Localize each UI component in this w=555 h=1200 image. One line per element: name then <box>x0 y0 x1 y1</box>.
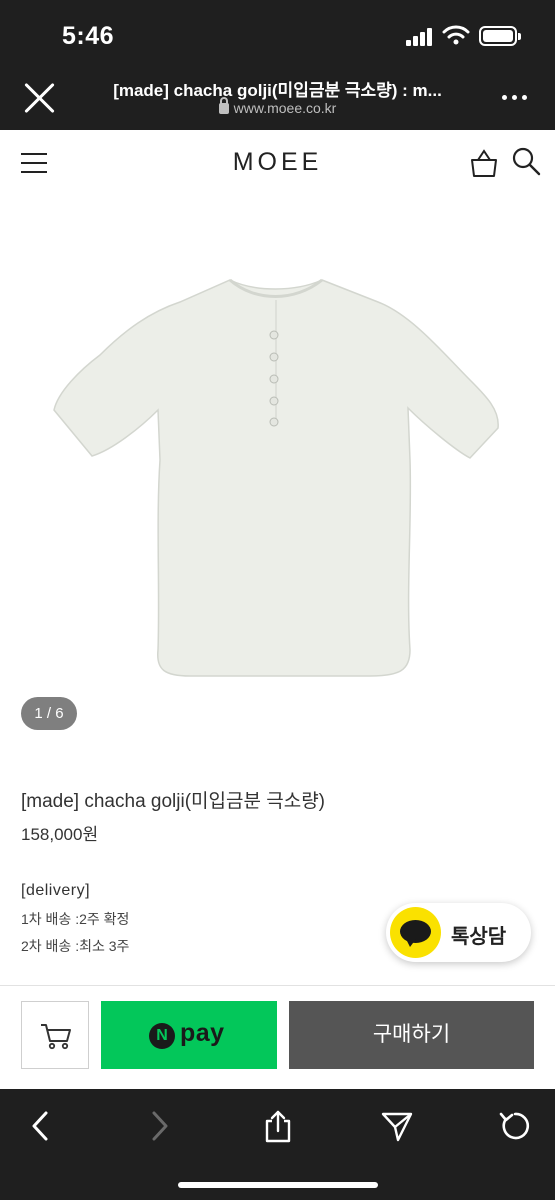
status-time: 5:46 <box>62 22 115 50</box>
more-icon[interactable] <box>502 95 528 101</box>
product-image[interactable] <box>40 260 510 690</box>
forward-icon[interactable] <box>142 1109 176 1143</box>
product-name: [made] chacha golji(미입금분 극소량) <box>21 791 326 812</box>
battery-icon <box>479 26 521 46</box>
share-icon[interactable] <box>261 1109 295 1143</box>
npay-label: pay <box>180 1019 225 1047</box>
home-indicator <box>178 1182 378 1188</box>
close-icon[interactable] <box>22 80 58 116</box>
search-icon[interactable] <box>511 146 541 176</box>
signal-icon <box>406 28 432 46</box>
url-text: www.moee.co.kr <box>233 100 337 116</box>
wifi-icon <box>442 25 470 45</box>
back-icon[interactable] <box>24 1109 58 1143</box>
delivery-title: [delivery] <box>21 882 91 899</box>
purchase-button[interactable]: 구매하기 <box>289 1001 534 1069</box>
page-title: [made] chacha golji(미입금분 극소량) : m... <box>113 81 442 100</box>
delivery-line: 2차 배송 :최소 3주 <box>21 938 130 954</box>
send-icon[interactable] <box>380 1109 414 1143</box>
talk-chat-button[interactable]: 톡상담 <box>386 903 531 962</box>
kakaotalk-icon <box>390 907 441 958</box>
npay-button[interactable]: N pay <box>101 1001 277 1069</box>
talk-chat-label: 톡상담 <box>451 926 507 948</box>
image-pager: 1 / 6 <box>21 697 77 730</box>
delivery-line: 1차 배송 :2주 확정 <box>21 911 130 927</box>
lock-icon <box>218 97 229 114</box>
product-price: 158,000원 <box>21 825 99 844</box>
cart-icon <box>41 1024 71 1050</box>
add-to-cart-button[interactable] <box>21 1001 89 1069</box>
purchase-bar: N pay 구매하기 <box>0 985 555 1089</box>
shopping-bag-icon[interactable] <box>470 148 498 178</box>
naver-n-icon: N <box>149 1023 175 1049</box>
refresh-icon[interactable] <box>498 1109 532 1143</box>
url-bar[interactable]: www.moee.co.kr <box>90 97 465 116</box>
